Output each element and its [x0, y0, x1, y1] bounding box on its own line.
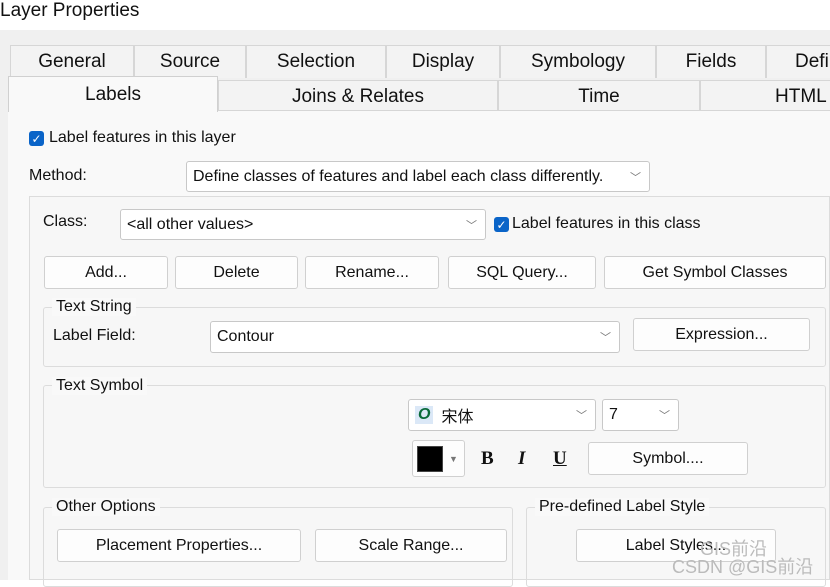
font-size-select[interactable]: 7 ﹀: [602, 399, 679, 431]
expression-button[interactable]: Expression...: [633, 318, 810, 351]
other-options-title: Other Options: [52, 498, 160, 516]
italic-button[interactable]: I: [518, 448, 525, 470]
get-symbol-classes-button[interactable]: Get Symbol Classes: [604, 256, 826, 289]
label-features-layer-checkbox[interactable]: ✓: [29, 131, 44, 146]
method-select[interactable]: Define classes of features and label eac…: [186, 161, 650, 192]
tab-joins-relates[interactable]: Joins & Relates: [218, 80, 498, 113]
tab-selection[interactable]: Selection: [246, 45, 386, 78]
text-symbol-title: Text Symbol: [52, 377, 148, 395]
window-title: Layer Properties: [0, 0, 140, 21]
font-select[interactable]: O 宋体 ﹀: [408, 399, 596, 431]
color-picker[interactable]: ▼: [412, 440, 465, 477]
tab-general[interactable]: General: [10, 45, 134, 78]
label-field-value: Contour: [217, 328, 274, 345]
placement-properties-button[interactable]: Placement Properties...: [57, 529, 301, 562]
font-size-value: 7: [609, 406, 618, 423]
add-button[interactable]: Add...: [44, 256, 168, 289]
color-swatch: [417, 445, 443, 472]
tab-symbology[interactable]: Symbology: [500, 45, 656, 78]
delete-button[interactable]: Delete: [175, 256, 298, 289]
chevron-down-icon: ﹀: [466, 219, 477, 232]
watermark-csdn: CSDN @GIS前沿: [672, 557, 814, 577]
opentype-font-icon: O: [415, 406, 434, 424]
label-field-label: Label Field:: [53, 327, 136, 344]
method-label: Method:: [29, 167, 87, 184]
bold-button[interactable]: B: [481, 448, 494, 470]
underline-button[interactable]: U: [553, 448, 567, 470]
predefined-style-title: Pre-defined Label Style: [535, 498, 710, 516]
chevron-down-icon: ﹀: [659, 410, 670, 422]
chevron-down-icon: ﹀: [630, 171, 641, 184]
class-value: <all other values>: [127, 215, 254, 233]
dropdown-arrow-icon: ▼: [449, 453, 458, 464]
symbol-button[interactable]: Symbol....: [588, 442, 748, 475]
label-features-class-checkbox[interactable]: ✓: [494, 217, 509, 232]
chevron-down-icon: ﹀: [576, 410, 587, 422]
label-features-layer-label: Label features in this layer: [49, 129, 236, 146]
text-string-title: Text String: [52, 298, 136, 316]
tab-source[interactable]: Source: [134, 45, 246, 78]
label-field-select[interactable]: Contour ﹀: [210, 321, 620, 353]
class-select[interactable]: <all other values> ﹀: [120, 209, 486, 240]
tab-fields[interactable]: Fields: [656, 45, 766, 78]
label-features-class-label: Label features in this class: [512, 215, 701, 232]
tab-time[interactable]: Time: [498, 80, 700, 113]
tab-labels[interactable]: Labels: [8, 76, 218, 112]
tab-definition-query[interactable]: Defi: [766, 45, 830, 78]
font-value: 宋体: [441, 409, 474, 426]
sql-query-button[interactable]: SQL Query...: [448, 256, 596, 289]
method-value: Define classes of features and label eac…: [193, 167, 604, 185]
tab-display[interactable]: Display: [386, 45, 500, 78]
tab-html-popup[interactable]: HTML: [700, 80, 830, 113]
chevron-down-icon: ﹀: [600, 332, 611, 344]
scale-range-button[interactable]: Scale Range...: [315, 529, 507, 562]
class-label: Class:: [43, 213, 88, 230]
rename-button[interactable]: Rename...: [305, 256, 439, 289]
